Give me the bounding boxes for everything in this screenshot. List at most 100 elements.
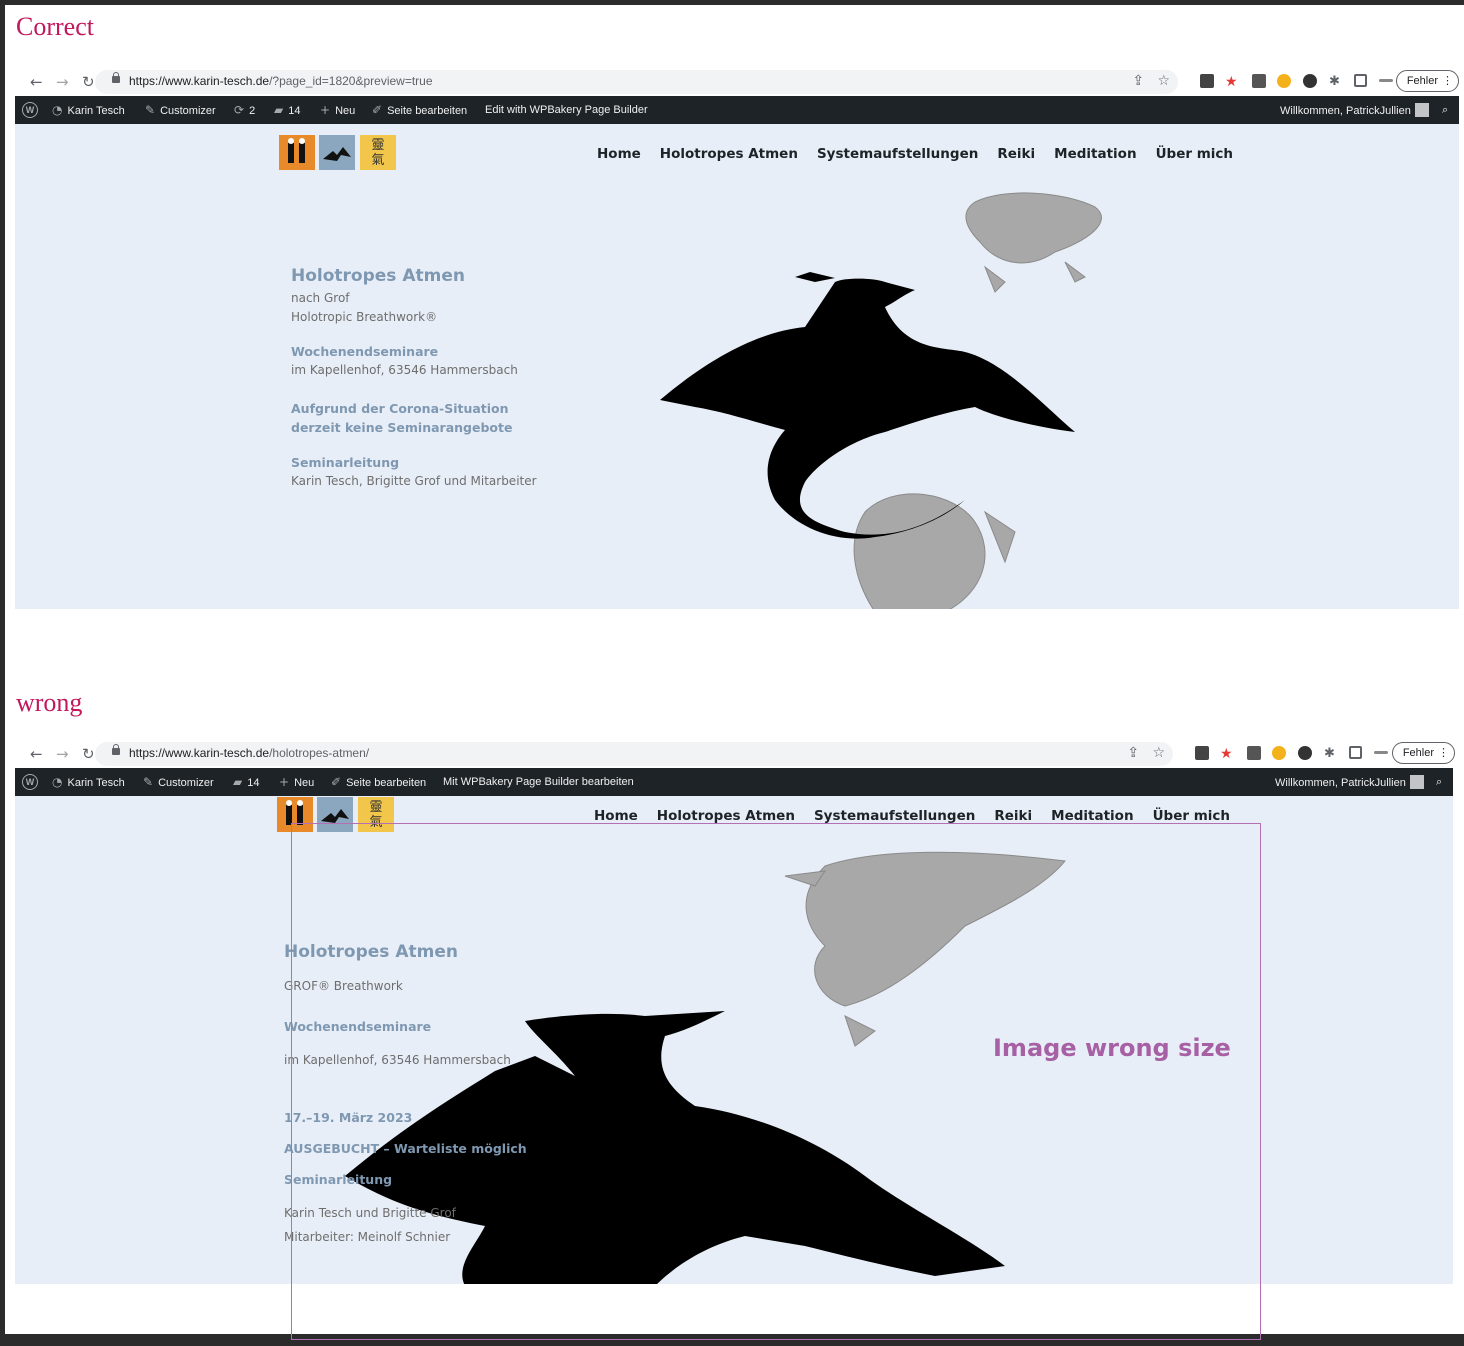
admin-welcome[interactable]: Willkommen, PatrickJullien xyxy=(1280,103,1429,118)
extension-wp-icon[interactable] xyxy=(1247,746,1261,760)
admin-updates[interactable]: ⟳ 2 xyxy=(234,103,255,118)
extension-bar-icon[interactable] xyxy=(1379,79,1393,82)
arrow-right-icon[interactable]: → xyxy=(56,72,69,92)
reload-icon[interactable]: ↻ xyxy=(82,744,95,764)
admin-edit-page[interactable]: ✐ Seite bearbeiten xyxy=(331,775,426,790)
extension-wp-icon[interactable] xyxy=(1252,74,1266,88)
nav-holotropes-atmen[interactable]: Holotropes Atmen xyxy=(660,146,798,162)
content-column-correct: Holotropes Atmen nach Grof Holotropic Br… xyxy=(291,266,537,488)
profile-error-button[interactable]: Fehler xyxy=(1391,742,1455,764)
wordpress-icon[interactable]: W xyxy=(22,774,38,790)
wordpress-icon[interactable]: W xyxy=(22,102,38,118)
extension-m-icon[interactable] xyxy=(1195,746,1209,760)
wp-admin-bar-wrong: W ◔ Karin Tesch ✎ Customizer ▰ 14 + Neu ✐ Sei… xyxy=(15,768,1453,796)
comment-icon: ▰ xyxy=(233,775,243,789)
reload-icon[interactable]: ↻ xyxy=(82,72,95,92)
comment-icon: ▰ xyxy=(274,103,284,117)
admin-customizer[interactable]: ✎ Customizer xyxy=(143,775,214,790)
search-icon[interactable]: ⌕ xyxy=(1436,775,1442,789)
share-icon[interactable]: ⇪ xyxy=(1132,73,1144,89)
caption-wrong: wrong xyxy=(16,688,83,717)
url-host: https://www.karin-tesch.de xyxy=(129,746,270,760)
address-bar[interactable]: https://www.karin-tesch.de/holotropes-at… xyxy=(95,742,1173,766)
puzzle-icon[interactable]: ✱ xyxy=(1329,73,1343,88)
nav-home[interactable]: Home xyxy=(597,146,641,162)
sidebar-icon[interactable] xyxy=(1354,74,1367,87)
extension-sun-icon[interactable] xyxy=(1272,746,1286,760)
heading-seminarleitung: Seminarleitung xyxy=(284,1172,393,1187)
nav-systemaufstellungen[interactable]: Systemaufstellungen xyxy=(814,808,975,824)
sidebar-icon[interactable] xyxy=(1349,746,1362,759)
page-title: Holotropes Atmen xyxy=(291,266,465,286)
nav-ueber-mich[interactable]: Über mich xyxy=(1153,808,1230,824)
couple-logo[interactable] xyxy=(279,135,315,170)
arrow-left-icon[interactable]: ← xyxy=(30,72,43,92)
share-icon[interactable]: ⇪ xyxy=(1127,745,1139,761)
nav-systemaufstellungen[interactable]: Systemaufstellungen xyxy=(817,146,978,162)
nav-home[interactable]: Home xyxy=(594,808,638,824)
pencil-icon: ✐ xyxy=(331,775,342,789)
annotation-label: Image wrong size xyxy=(993,1034,1231,1062)
admin-wpbakery[interactable]: Mit WPBakery Page Builder bearbeiten xyxy=(443,775,634,789)
heading-seminars: Wochenendseminare xyxy=(291,344,439,359)
extension-star-icon[interactable]: ★ xyxy=(1225,74,1239,88)
extension-k-icon[interactable] xyxy=(1303,74,1317,88)
url-path: /holotropes-atmen/ xyxy=(269,746,370,760)
nav-reiki[interactable]: Reiki xyxy=(997,146,1035,162)
admin-new[interactable]: + Neu xyxy=(320,103,355,118)
seminarleitung-names: Karin Tesch und Brigitte Grof xyxy=(284,1206,456,1220)
avatar xyxy=(1414,103,1429,117)
bird-logo[interactable] xyxy=(319,135,355,170)
admin-new[interactable]: + Neu xyxy=(279,775,314,790)
arrow-left-icon[interactable]: ← xyxy=(30,744,43,764)
extension-m-icon[interactable] xyxy=(1200,74,1214,88)
phoenix-illustration xyxy=(660,192,1102,609)
nav-holotropes-atmen[interactable]: Holotropes Atmen xyxy=(657,808,795,824)
nav-ueber-mich[interactable]: Über mich xyxy=(1156,146,1233,162)
nav-meditation[interactable]: Meditation xyxy=(1051,808,1133,824)
nav-meditation[interactable]: Meditation xyxy=(1054,146,1136,162)
reiki-logo[interactable]: 靈氣 xyxy=(360,135,396,170)
heading-seminars: Wochenendseminare xyxy=(284,1019,432,1034)
subtitle-grof: nach Grof xyxy=(291,291,350,305)
profile-error-button[interactable]: Fehler xyxy=(1395,70,1459,92)
couple-logo[interactable] xyxy=(277,797,313,832)
admin-comments[interactable]: ▰ 14 xyxy=(233,775,259,790)
seminar-location: im Kapellenhof, 63546 Hammersbach xyxy=(284,1053,511,1067)
admin-site-name[interactable]: ◔ Karin Tesch xyxy=(52,775,125,790)
main-navigation: Home Holotropes Atmen Systemaufstellungen R… xyxy=(594,808,1249,824)
plus-icon: + xyxy=(320,103,331,117)
page-title: Holotropes Atmen xyxy=(284,942,458,962)
extension-sun-icon[interactable] xyxy=(1277,74,1291,88)
brush-icon: ✎ xyxy=(143,775,154,789)
bird-logo[interactable] xyxy=(317,797,353,832)
url-host: https://www.karin-tesch.de xyxy=(129,74,270,88)
search-icon[interactable]: ⌕ xyxy=(1442,103,1448,117)
nav-reiki[interactable]: Reiki xyxy=(994,808,1032,824)
site-page-wrong: 靈氣 Home Holotropes Atmen Systemaufstellung… xyxy=(15,796,1453,1284)
extension-k-icon[interactable] xyxy=(1298,746,1312,760)
extension-star-icon[interactable]: ★ xyxy=(1220,746,1234,760)
lock-icon xyxy=(112,72,120,83)
admin-edit-page[interactable]: ✐ Seite bearbeiten xyxy=(372,103,467,118)
admin-customizer[interactable]: ✎ Customizer xyxy=(145,103,216,118)
corona-notice-2: derzeit keine Seminarangebote xyxy=(291,420,513,435)
extension-bar-icon[interactable] xyxy=(1374,751,1388,754)
browser-toolbar-correct: ← → ↻ https://www.karin-tesch.de/?page_i… xyxy=(15,70,1459,96)
pencil-icon: ✐ xyxy=(372,103,383,117)
admin-wpbakery[interactable]: Edit with WPBakery Page Builder xyxy=(485,103,648,117)
main-navigation: Home Holotropes Atmen Systemaufstellungen R… xyxy=(597,146,1252,162)
subtitle-breathwork: GROF® Breathwork xyxy=(284,979,403,993)
star-icon[interactable]: ☆ xyxy=(1157,73,1170,89)
wp-admin-bar-correct: W ◔ Karin Tesch ✎ Customizer ⟳ 2 ▰ 14 + Neu ✐… xyxy=(15,96,1459,124)
arrow-right-icon[interactable]: → xyxy=(56,744,69,764)
reiki-logo[interactable]: 靈氣 xyxy=(358,797,394,832)
star-icon[interactable]: ☆ xyxy=(1152,745,1165,761)
puzzle-icon[interactable]: ✱ xyxy=(1324,745,1338,760)
admin-welcome[interactable]: Willkommen, PatrickJullien xyxy=(1275,775,1424,790)
address-bar[interactable]: https://www.karin-tesch.de/?page_id=1820… xyxy=(95,70,1178,94)
brush-icon: ✎ xyxy=(145,103,156,117)
admin-comments[interactable]: ▰ 14 xyxy=(274,103,300,118)
admin-site-name[interactable]: ◔ Karin Tesch xyxy=(52,103,125,118)
avatar xyxy=(1409,775,1424,789)
